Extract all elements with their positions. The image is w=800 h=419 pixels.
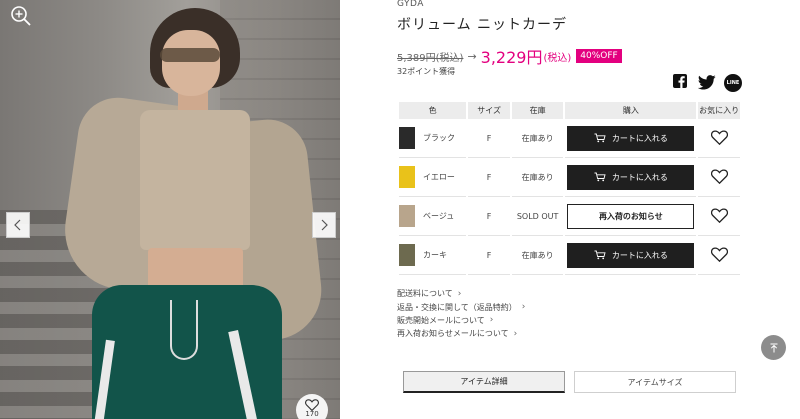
size-cell: F (468, 197, 510, 236)
header-stock: 在庫 (511, 102, 564, 119)
stock-cell: 在庫あり (511, 119, 564, 158)
purchase-cell: カートに入れる (565, 158, 697, 197)
image-favorite-button[interactable]: 170 (296, 394, 328, 419)
line-icon-label: LINE (726, 80, 740, 86)
link-returns[interactable]: 返品・交換に関して（返品特約） › (397, 300, 525, 313)
zoom-in-icon[interactable] (8, 3, 34, 29)
header-favorite: お気に入り (698, 102, 740, 119)
photo-knit-top (140, 110, 250, 250)
product-image[interactable]: 170 (0, 0, 340, 419)
chevron-left-icon (14, 219, 21, 231)
tab-item-size[interactable]: アイテムサイズ (574, 371, 736, 393)
color-swatch-thumbnail[interactable] (399, 205, 415, 227)
link-sale-start-mail[interactable]: 販売開始メールについて › (397, 314, 525, 327)
chevron-right-icon: › (457, 288, 462, 299)
header-color: 色 (399, 102, 467, 119)
add-to-cart-label: カートに入れる (611, 250, 668, 260)
tab-item-details[interactable]: アイテム詳細 (403, 371, 565, 393)
stock-cell: 在庫あり (511, 236, 564, 275)
color-swatch-thumbnail[interactable] (399, 127, 415, 149)
stock-cell: 在庫あり (511, 158, 564, 197)
table-row: ベージュ F SOLD OUT 再入荷のお知らせ (399, 197, 740, 236)
color-name: ベージュ (423, 211, 455, 221)
add-to-cart-label: カートに入れる (611, 133, 668, 143)
stock-table-header: 色 サイズ 在庫 購入 お気に入り (399, 102, 740, 119)
info-links: 配送料について › 返品・交換に関して（返品特約） › 販売開始メールについて › 再… (397, 287, 525, 341)
color-cell: カーキ (399, 236, 467, 275)
stock-table: 色 サイズ 在庫 購入 お気に入り ブラック F 在庫あり カートに入れる イエ… (397, 102, 742, 275)
favorite-cell (698, 158, 740, 197)
photo-midriff (148, 248, 243, 290)
image-prev-button[interactable] (6, 212, 30, 238)
cart-icon (594, 250, 606, 260)
link-label: 再入荷お知らせメールについて (397, 329, 509, 339)
link-restock-mail[interactable]: 再入荷お知らせメールについて › (397, 327, 525, 340)
stock-cell: SOLD OUT (511, 197, 564, 236)
arrow-up-icon (770, 343, 777, 352)
chevron-right-icon: › (513, 328, 518, 339)
favorite-cell (698, 119, 740, 158)
photo-sunglasses (160, 48, 220, 62)
add-to-cart-button[interactable]: カートに入れる (567, 164, 695, 190)
price-row: 5,389円(税込) → 3,229円 (税込) 40%OFF (397, 44, 622, 68)
size-cell: F (468, 119, 510, 158)
table-row: イエロー F 在庫あり カートに入れる (399, 158, 740, 197)
link-label: 販売開始メールについて (397, 315, 485, 325)
add-to-cart-label: カートに入れる (611, 172, 668, 182)
color-swatch-thumbnail[interactable] (399, 166, 415, 188)
favorite-cell (698, 197, 740, 236)
color-name: イエロー (423, 172, 455, 182)
original-price: 5,389円(税込) (397, 52, 464, 64)
color-cell: ベージュ (399, 197, 467, 236)
restock-notify-button[interactable]: 再入荷のお知らせ (567, 203, 695, 229)
add-to-cart-button[interactable]: カートに入れる (567, 242, 695, 268)
chevron-right-icon: › (521, 302, 526, 313)
back-to-top-button[interactable] (761, 335, 786, 360)
sale-price: 3,229円 (480, 48, 543, 67)
color-name: カーキ (423, 250, 447, 260)
purchase-cell: 再入荷のお知らせ (565, 197, 697, 236)
product-title: ボリューム ニットカーデ (397, 17, 568, 33)
heart-icon[interactable] (710, 168, 728, 184)
color-name: ブラック (423, 133, 455, 143)
table-row: カーキ F 在庫あり カートに入れる (399, 236, 740, 275)
purchase-cell: カートに入れる (565, 119, 697, 158)
heart-icon[interactable] (710, 207, 728, 223)
color-cell: イエロー (399, 158, 467, 197)
facebook-icon[interactable] (673, 74, 687, 88)
header-size: サイズ (468, 102, 510, 119)
detail-tabs: アイテム詳細 アイテムサイズ (403, 371, 736, 393)
photo-face (162, 30, 220, 96)
size-cell: F (468, 236, 510, 275)
line-icon[interactable]: LINE (724, 74, 742, 92)
heart-icon[interactable] (710, 129, 728, 145)
chevron-right-icon: › (489, 315, 494, 326)
chevron-right-icon (321, 219, 328, 231)
favorite-count: 170 (305, 410, 319, 418)
link-shipping-fee[interactable]: 配送料について › (397, 287, 525, 300)
purchase-cell: カートに入れる (565, 236, 697, 275)
photo-drawstring (170, 300, 198, 360)
cart-icon (594, 133, 606, 143)
color-cell: ブラック (399, 119, 467, 158)
table-row: ブラック F 在庫あり カートに入れる (399, 119, 740, 158)
heart-icon[interactable] (710, 246, 728, 262)
link-label: 返品・交換に関して（返品特約） (397, 302, 517, 312)
sale-price-tax: (税込) (543, 52, 572, 64)
add-to-cart-button[interactable]: カートに入れる (567, 125, 695, 151)
discount-badge: 40%OFF (576, 49, 622, 63)
image-next-button[interactable] (312, 212, 336, 238)
color-swatch-thumbnail[interactable] (399, 244, 415, 266)
cart-icon (594, 172, 606, 182)
points-earned: 32ポイント獲得 (397, 67, 456, 76)
price-arrow: → (467, 49, 477, 63)
link-label: 配送料について (397, 289, 453, 299)
size-cell: F (468, 158, 510, 197)
brand-name[interactable]: GYDA (397, 0, 424, 9)
favorite-cell (698, 236, 740, 275)
header-purchase: 購入 (565, 102, 697, 119)
twitter-icon[interactable] (697, 74, 717, 90)
